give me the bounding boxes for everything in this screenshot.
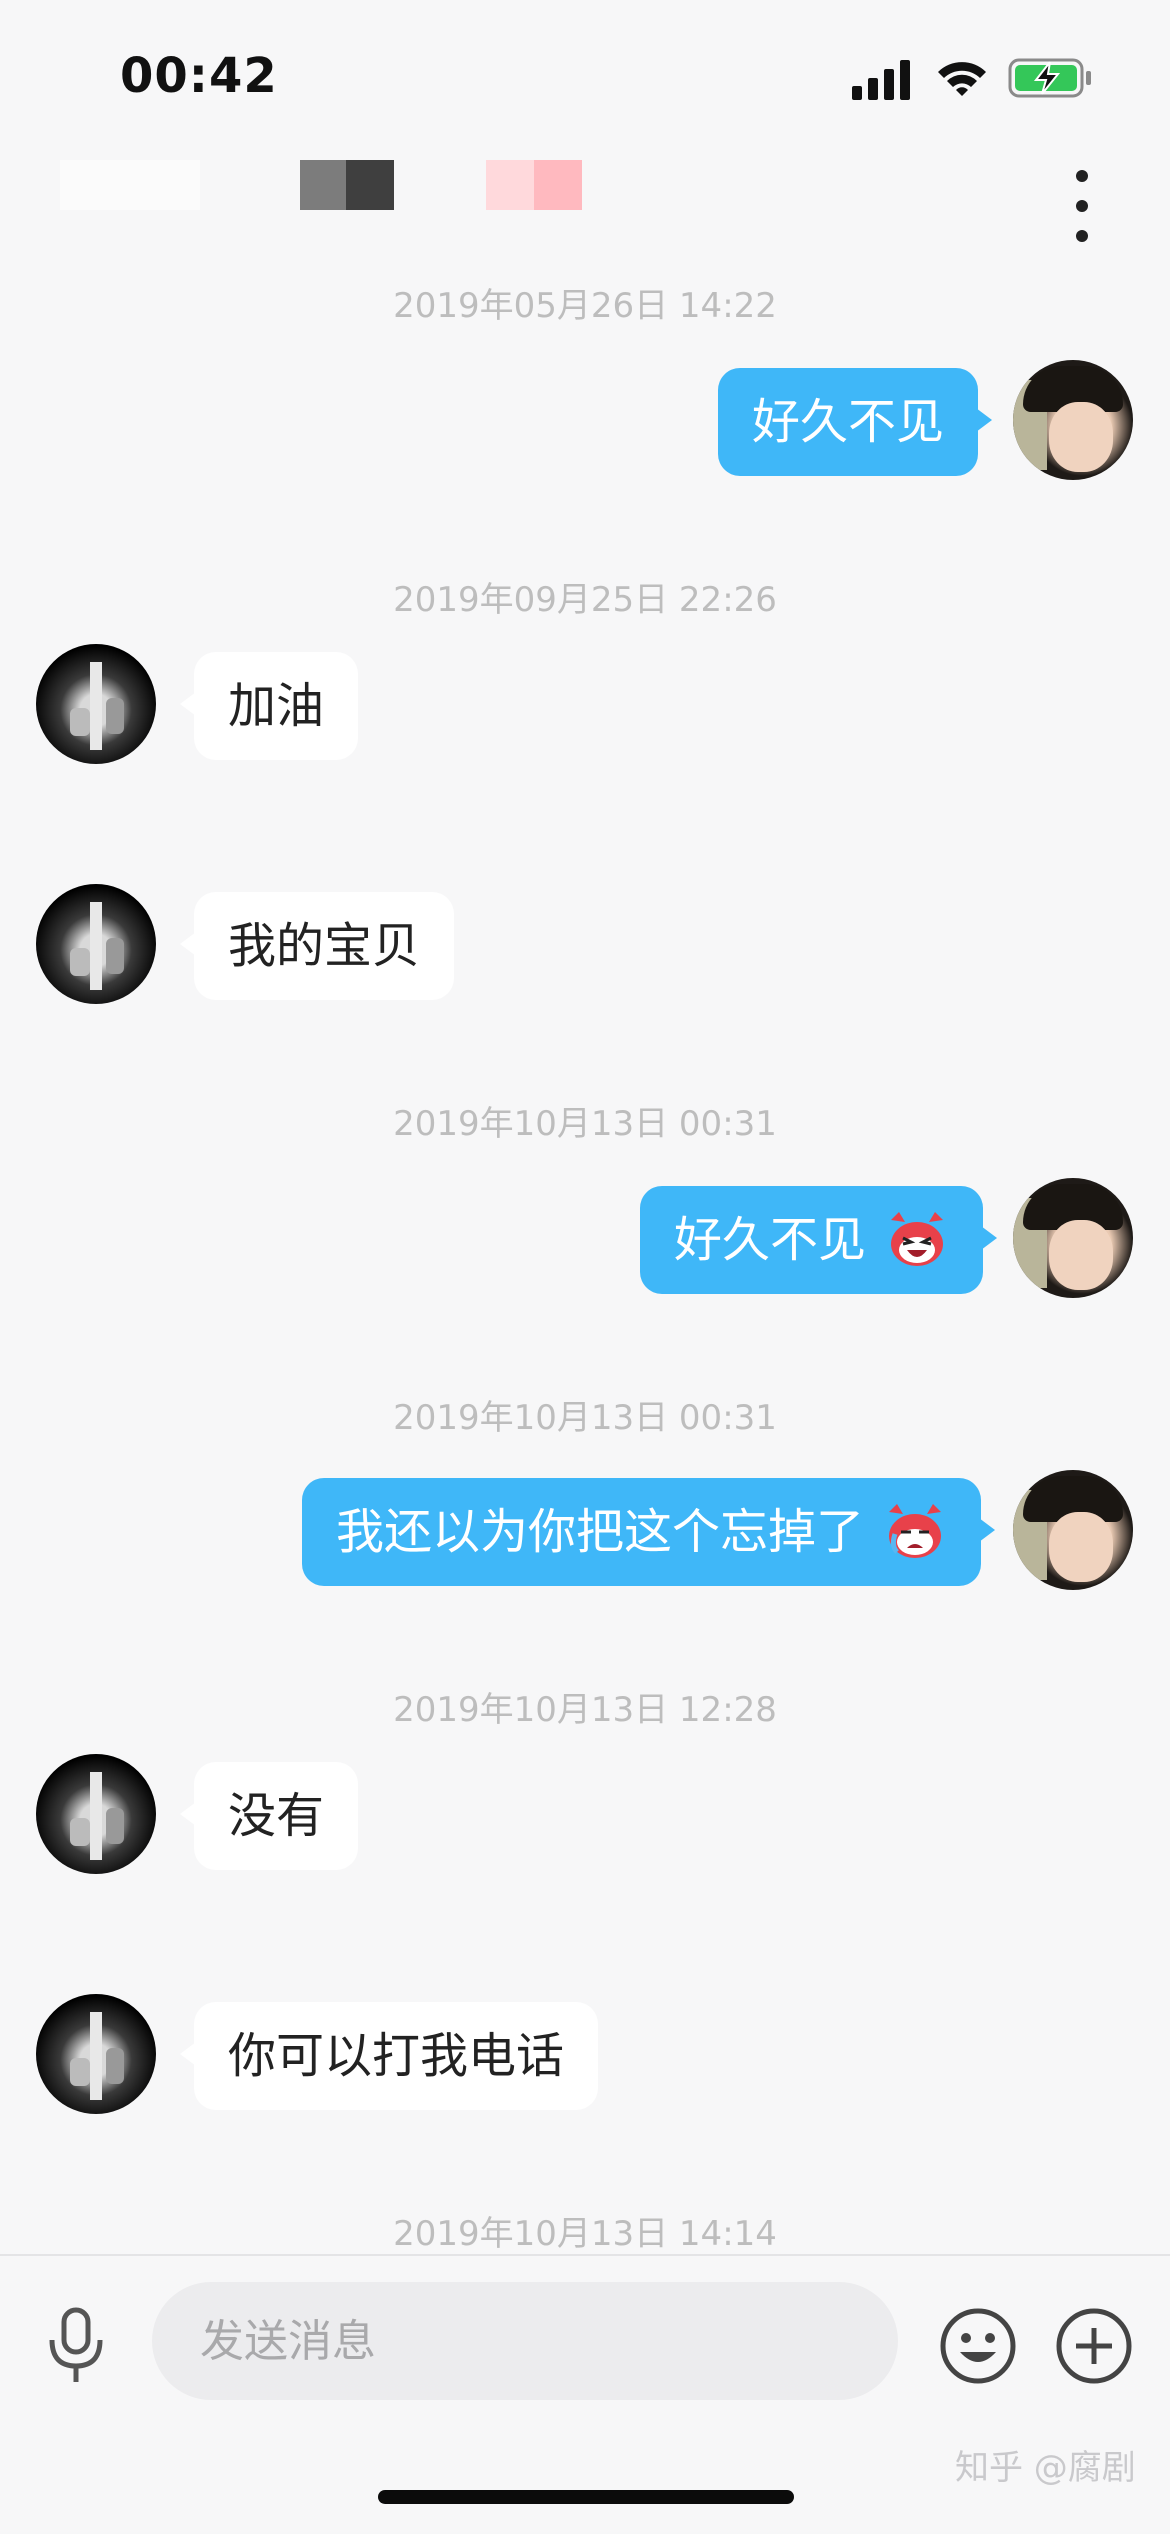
home-indicator [378,2490,794,2504]
message-text: 我的宝贝 [228,918,421,974]
timestamp: 2019年10月13日 12:28 [393,1690,777,1730]
message-text: 加油 [228,678,325,734]
message-bubble-outgoing[interactable]: 我还以为你把这个忘掉了 [302,1478,996,1586]
contact-avatar[interactable] [36,644,156,764]
header-name-pixel [346,160,394,210]
laughing-crab-emoji [891,1212,944,1266]
header-name-pixel [534,160,582,210]
status-time: 00:42 [120,48,278,104]
wifi-icon [938,62,986,96]
timestamp: 2019年05月26日 14:22 [393,286,777,326]
message-text: 好久不见 [752,394,945,450]
contact-avatar[interactable] [36,884,156,1004]
plus-icon[interactable] [1054,2306,1134,2386]
crying-crab-emoji [889,1504,942,1558]
contact-avatar[interactable] [36,1994,156,2114]
message-text: 好久不见 [674,1212,867,1268]
timestamp: 2019年10月13日 00:31 [393,1104,777,1144]
battery-charging-icon [1008,58,1091,98]
microphone-icon[interactable] [38,2306,114,2386]
message-bubble-outgoing[interactable]: 好久不见 [640,1186,998,1294]
emoji-icon[interactable] [938,2306,1018,2386]
my-avatar[interactable] [1013,1470,1133,1590]
my-avatar[interactable] [1013,1178,1133,1298]
message-bubble-incoming[interactable]: 没有 [179,1762,359,1870]
message-bubble-incoming[interactable]: 你可以打我电话 [179,2002,599,2110]
message-text: 没有 [228,1788,325,1844]
message-bubble-outgoing[interactable]: 好久不见 [718,368,993,476]
timestamp: 2019年10月13日 00:31 [393,1398,777,1438]
my-avatar[interactable] [1013,360,1133,480]
message-input[interactable] [152,2282,898,2400]
contact-avatar[interactable] [36,1754,156,1874]
more-vertical-icon[interactable] [1074,170,1090,242]
message-bubble-incoming[interactable]: 我的宝贝 [179,892,455,1000]
header-name-pixel [60,160,200,210]
message-text: 你可以打我电话 [228,2028,565,2084]
timestamp: 2019年09月25日 22:26 [393,580,777,620]
timestamp: 2019年10月13日 14:14 [393,2214,777,2254]
header-name-pixel [486,160,534,210]
message-bubble-incoming[interactable]: 加油 [179,652,359,760]
header-name-pixel [300,160,348,210]
signal-icon [852,60,910,100]
watermark: 知乎 @腐剧 [955,2448,1136,2488]
message-text: 我还以为你把这个忘掉了 [336,1504,865,1560]
